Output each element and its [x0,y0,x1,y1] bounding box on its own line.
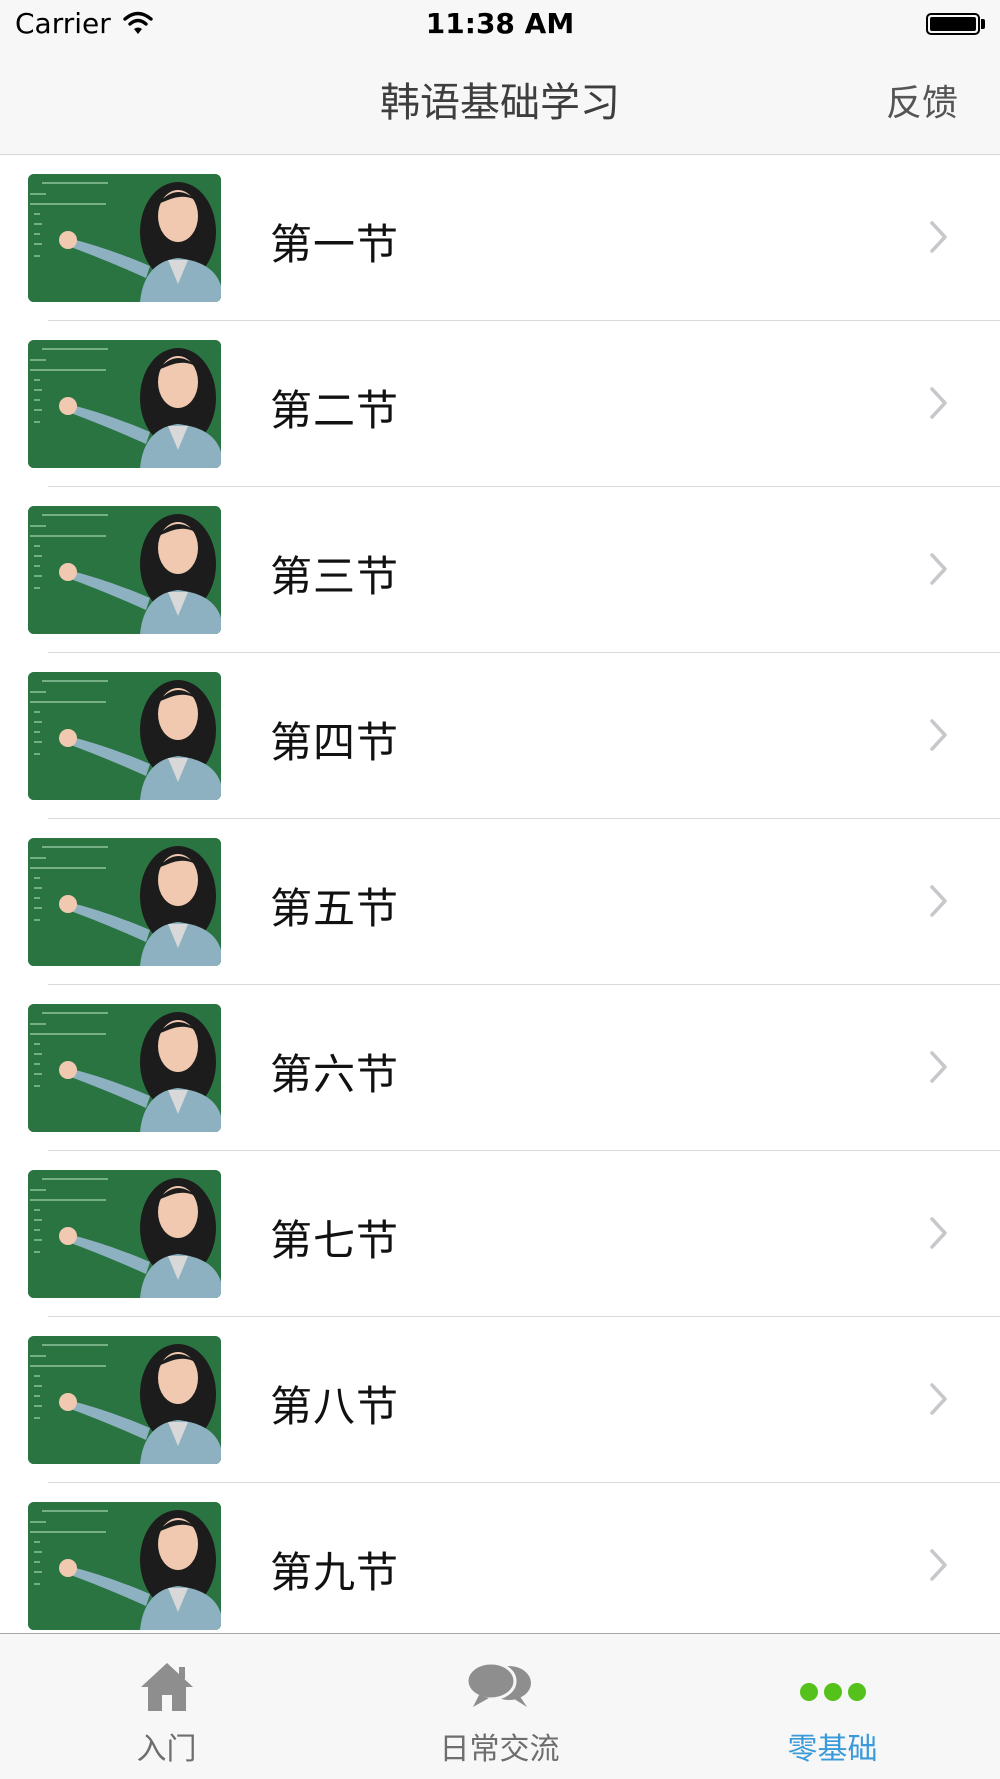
lesson-thumbnail [28,174,221,302]
feedback-button[interactable]: 反馈 [886,74,958,126]
teacher-thumbnail-art [28,1502,221,1630]
lesson-thumbnail [28,672,221,800]
battery-icon [926,13,980,35]
lesson-title: 第五节 [270,884,400,933]
lesson-row[interactable]: 第二节 [0,321,1000,487]
lesson-title: 第八节 [270,1382,400,1431]
navigation-bar: 韩语基础学习 反馈 [0,50,1000,155]
page-title: 韩语基础学习 [380,80,620,126]
teacher-thumbnail-art [28,174,221,302]
chevron-right-icon [930,1549,947,1581]
chat-bubbles-icon [465,1661,531,1707]
chevron-right-icon [930,1051,947,1083]
lesson-thumbnail [28,1502,221,1630]
tab-bar: 入门 日常交流 零基础 [0,1633,1000,1779]
teacher-thumbnail-art [28,1004,221,1132]
teacher-thumbnail-art [28,1170,221,1298]
chevron-right-icon [930,885,947,917]
lesson-thumbnail [28,506,221,634]
teacher-thumbnail-art [28,672,221,800]
lesson-thumbnail [28,1004,221,1132]
teacher-thumbnail-art [28,838,221,966]
chevron-right-icon [930,719,947,751]
chevron-right-icon [930,1383,947,1415]
lesson-row[interactable]: 第五节 [0,819,1000,985]
tab-label: 零基础 [787,1732,878,1767]
teacher-thumbnail-art [28,506,221,634]
chevron-right-icon [930,553,947,585]
lesson-title: 第七节 [270,1216,400,1265]
chevron-right-icon [930,221,947,253]
lesson-row[interactable]: 第八节 [0,1317,1000,1483]
chevron-right-icon [930,1217,947,1249]
lesson-row[interactable]: 第七节 [0,1151,1000,1317]
teacher-thumbnail-art [28,1336,221,1464]
lesson-row[interactable]: 第九节 [0,1483,1000,1633]
lesson-thumbnail [28,838,221,966]
tab-daily-conversation[interactable]: 日常交流 [333,1634,666,1779]
lesson-thumbnail [28,1336,221,1464]
battery-tip [981,19,985,29]
tab-beginner[interactable]: 零基础 [666,1634,999,1779]
lesson-list[interactable]: 第一节 第二节 第三节 第四节 第五节 第六节 第七节 第八节 第九节 [0,155,1000,1633]
lesson-title: 第六节 [270,1050,400,1099]
lesson-title: 第二节 [270,386,400,435]
lesson-thumbnail [28,340,221,468]
chevron-right-icon [930,387,947,419]
lesson-thumbnail [28,1170,221,1298]
lesson-title: 第四节 [270,718,400,767]
status-bar: Carrier 11:38 AM [0,0,1000,50]
more-dots-icon [799,1683,866,1701]
lesson-row[interactable]: 第六节 [0,985,1000,1151]
lesson-title: 第九节 [270,1548,400,1597]
teacher-thumbnail-art [28,340,221,468]
lesson-row[interactable]: 第四节 [0,653,1000,819]
lesson-title: 第三节 [270,552,400,601]
tab-intro[interactable]: 入门 [0,1634,333,1779]
lesson-row[interactable]: 第三节 [0,487,1000,653]
tab-label: 入门 [136,1732,197,1767]
tab-label: 日常交流 [439,1732,560,1767]
lesson-title: 第一节 [270,220,400,269]
status-time: 11:38 AM [425,7,575,40]
home-icon [140,1663,193,1711]
lesson-row[interactable]: 第一节 [0,155,1000,321]
